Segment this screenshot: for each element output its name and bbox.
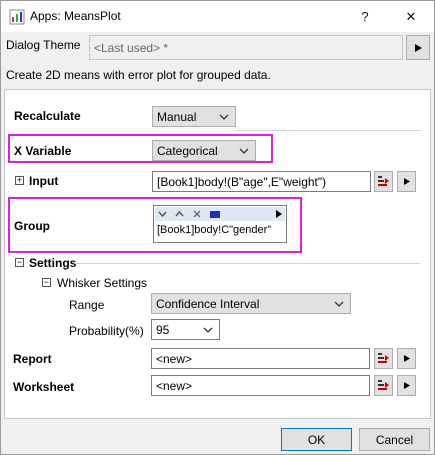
select-range-icon [378, 176, 389, 186]
select-range-icon [378, 353, 389, 363]
report-label: Report [13, 352, 52, 366]
group-range-value: [Book1]body!C"gender" [157, 224, 272, 236]
group-label: Group [14, 219, 50, 233]
select-range-icon [378, 380, 389, 390]
report-select-button[interactable] [374, 348, 393, 369]
chevron-down-icon [219, 110, 229, 124]
dialog-window: Apps: MeansPlot ? ✕ Dialog Theme <Last u… [0, 0, 435, 455]
probability-label: Probability(%) [69, 324, 144, 338]
window-title: Apps: MeansPlot [30, 9, 121, 23]
worksheet-menu-button[interactable] [397, 375, 416, 396]
group-toolbar [155, 207, 285, 221]
chevron-up-icon[interactable] [175, 210, 184, 218]
play-arrow-icon [403, 178, 410, 185]
dialog-theme-label: Dialog Theme [6, 38, 81, 52]
separator-line [74, 263, 420, 264]
group-range-box[interactable]: [Book1]body!C"gender" [153, 205, 287, 243]
select-block-icon[interactable] [210, 211, 220, 218]
theme-menu-button[interactable] [406, 35, 430, 60]
recalculate-label: Recalculate [14, 109, 81, 123]
dialog-theme-input[interactable]: <Last used> * [89, 35, 403, 60]
range-label: Range [69, 298, 105, 312]
dialog-description: Create 2D means with error plot for grou… [6, 68, 271, 82]
cancel-button[interactable]: Cancel [359, 428, 430, 451]
app-icon [9, 9, 25, 25]
recalculate-select[interactable]: Manual [152, 106, 236, 127]
probability-select[interactable]: 95 [151, 319, 220, 340]
x-variable-value: Categorical [157, 144, 218, 158]
close-button[interactable]: ✕ [388, 1, 434, 32]
input-expand-icon[interactable]: + [15, 176, 24, 185]
worksheet-select-button[interactable] [374, 375, 393, 396]
play-arrow-icon [403, 382, 410, 389]
x-variable-label: X Variable [14, 144, 72, 158]
input-menu-button[interactable] [397, 171, 416, 192]
help-button[interactable]: ? [342, 1, 388, 32]
input-range-field[interactable]: [Book1]body!(B"age",E"weight") [152, 171, 371, 192]
play-arrow-icon [415, 43, 422, 52]
settings-collapse-icon[interactable]: − [15, 258, 24, 267]
remove-x-icon[interactable] [193, 210, 201, 218]
x-variable-select[interactable]: Categorical [152, 140, 256, 161]
separator-line [235, 130, 421, 131]
chevron-down-icon [334, 297, 344, 311]
ok-button[interactable]: OK [281, 428, 352, 451]
report-menu-button[interactable] [397, 348, 416, 369]
report-field[interactable]: <new> [151, 348, 370, 369]
check-down-icon[interactable] [158, 210, 167, 218]
input-select-range-button[interactable] [374, 171, 393, 192]
range-value: Confidence Interval [156, 297, 260, 311]
worksheet-field[interactable]: <new> [151, 375, 370, 396]
chevron-down-icon [239, 144, 249, 158]
title-bar: Apps: MeansPlot ? ✕ [1, 1, 434, 32]
chevron-down-icon [203, 323, 213, 337]
input-label: Input [29, 174, 59, 188]
worksheet-label: Worksheet [13, 380, 75, 394]
settings-panel: Recalculate Manual X Variable Categorica… [4, 89, 431, 419]
whisker-settings-label: Whisker Settings [57, 276, 148, 290]
range-select[interactable]: Confidence Interval [151, 293, 351, 314]
probability-value: 95 [156, 323, 170, 337]
recalculate-value: Manual [157, 110, 197, 124]
settings-label: Settings [29, 256, 77, 270]
play-arrow-icon [403, 355, 410, 362]
play-arrow-icon[interactable] [275, 210, 282, 218]
whisker-collapse-icon[interactable]: − [42, 278, 51, 287]
